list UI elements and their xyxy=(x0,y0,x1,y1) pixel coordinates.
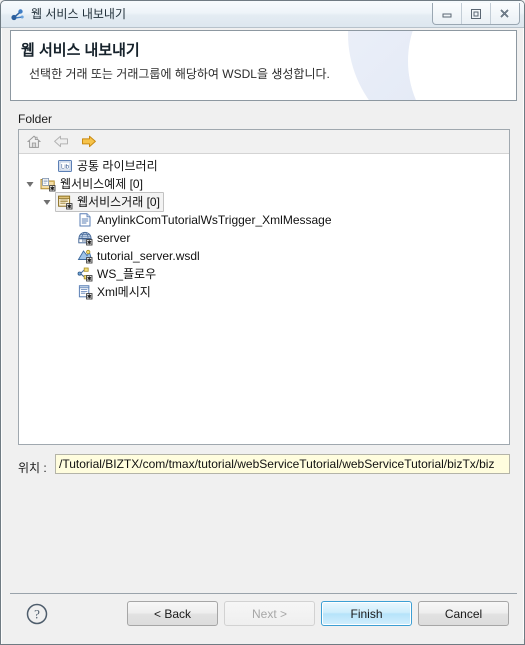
wizard-banner: 웹 서비스 내보내기 선택한 거래 또는 거래그룹에 해당하여 WSDL을 생성… xyxy=(10,30,517,101)
location-label: 위치 : xyxy=(18,461,47,475)
twisty-expanded-icon[interactable] xyxy=(22,176,38,192)
back-arrow-icon[interactable] xyxy=(52,133,70,151)
wsdl-icon xyxy=(77,248,93,264)
folder-tree-panel: Lib 공통 라이브러리 웹서비스예제 [0] 웹서비스거래 [0] Anyli… xyxy=(18,129,510,445)
tree-row-content[interactable]: 웹서비스예제 [0] xyxy=(38,174,147,194)
location-input[interactable] xyxy=(55,454,510,474)
page-description: 선택한 거래 또는 거래그룹에 해당하여 WSDL을 생성합니다. xyxy=(29,67,330,81)
tree-row[interactable]: 웹서비스예제 [0] xyxy=(19,175,509,193)
window-controls xyxy=(432,3,520,25)
tree-item-label: server xyxy=(97,231,131,245)
tree-item-label: tutorial_server.wsdl xyxy=(97,249,200,263)
folder-tree[interactable]: Lib 공통 라이브러리 웹서비스예제 [0] 웹서비스거래 [0] Anyli… xyxy=(19,155,509,444)
page-title: 웹 서비스 내보내기 xyxy=(21,42,140,59)
tree-toolbar xyxy=(19,130,509,154)
tree-row-content-selected[interactable]: 웹서비스거래 [0] xyxy=(55,192,164,212)
tree-row-content[interactable]: W server xyxy=(75,228,134,248)
library-icon: Lib xyxy=(57,158,73,174)
tree-row-content[interactable]: AnylinkComTutorialWsTrigger_XmlMessage xyxy=(75,210,336,230)
back-button[interactable]: < Back xyxy=(127,601,218,626)
tree-row[interactable]: 웹서비스거래 [0] xyxy=(19,192,509,212)
tree-row-content[interactable]: Lib 공통 라이브러리 xyxy=(39,156,162,176)
tree-item-label: 웹서비스예제 [0] xyxy=(60,177,143,191)
svg-text:?: ? xyxy=(34,607,40,622)
tree-row-content[interactable]: Xml메시지 xyxy=(75,282,155,302)
title-bar: 웹 서비스 내보내기 xyxy=(1,1,524,28)
help-question-icon[interactable]: ? xyxy=(24,601,50,627)
close-icon[interactable] xyxy=(490,3,519,24)
svg-text:W: W xyxy=(82,238,87,244)
wizard-button-row: < Back Next > Finish Cancel xyxy=(127,601,509,626)
tree-item-label: WS_플로우 xyxy=(97,267,157,281)
web-service-icon: W xyxy=(77,230,93,246)
cancel-button[interactable]: Cancel xyxy=(418,601,509,626)
xml-message-icon xyxy=(77,284,93,300)
tree-row[interactable]: Lib 공통 라이브러리 xyxy=(19,157,509,175)
tree-item-label: 공통 라이브러리 xyxy=(77,159,158,173)
transaction-group-icon xyxy=(57,194,73,210)
tree-item-label: AnylinkComTutorialWsTrigger_XmlMessage xyxy=(97,213,332,227)
tree-row[interactable]: AnylinkComTutorialWsTrigger_XmlMessage xyxy=(19,211,509,229)
tree-row[interactable]: WS_플로우 xyxy=(19,265,509,283)
tree-item-label: Xml메시지 xyxy=(97,285,151,299)
twisty-none-icon xyxy=(41,158,57,174)
tree-row-content[interactable]: tutorial_server.wsdl xyxy=(75,246,204,266)
flow-icon xyxy=(77,266,93,282)
tree-row-content[interactable]: WS_플로우 xyxy=(75,264,160,284)
tree-row[interactable]: tutorial_server.wsdl xyxy=(19,247,509,265)
webservice-link-icon xyxy=(10,7,26,23)
tree-row[interactable]: W server xyxy=(19,229,509,247)
minimize-icon[interactable] xyxy=(433,3,461,24)
tree-row[interactable]: Xml메시지 xyxy=(19,283,509,301)
forward-arrow-icon[interactable] xyxy=(79,133,97,151)
next-button: Next > xyxy=(224,601,315,626)
finish-button[interactable]: Finish xyxy=(321,601,412,626)
svg-text:Lib: Lib xyxy=(61,165,70,171)
window-bottom-strip xyxy=(2,639,524,644)
export-web-service-dialog: 웹 서비스 내보내기 웹 서비스 내보내기 선택한 거래 또는 거래그룹에 해당… xyxy=(0,0,525,645)
footer-separator xyxy=(10,593,517,594)
project-folder-icon xyxy=(40,176,56,192)
twisty-expanded-icon[interactable] xyxy=(39,194,55,210)
window-title: 웹 서비스 내보내기 xyxy=(31,7,126,21)
banner-decoration-arc-inner xyxy=(408,31,516,100)
home-icon[interactable] xyxy=(25,133,43,151)
maximize-icon[interactable] xyxy=(461,3,490,24)
document-icon xyxy=(77,212,93,228)
tree-item-label: 웹서비스거래 [0] xyxy=(77,195,160,209)
folder-group-label: Folder xyxy=(18,112,53,126)
